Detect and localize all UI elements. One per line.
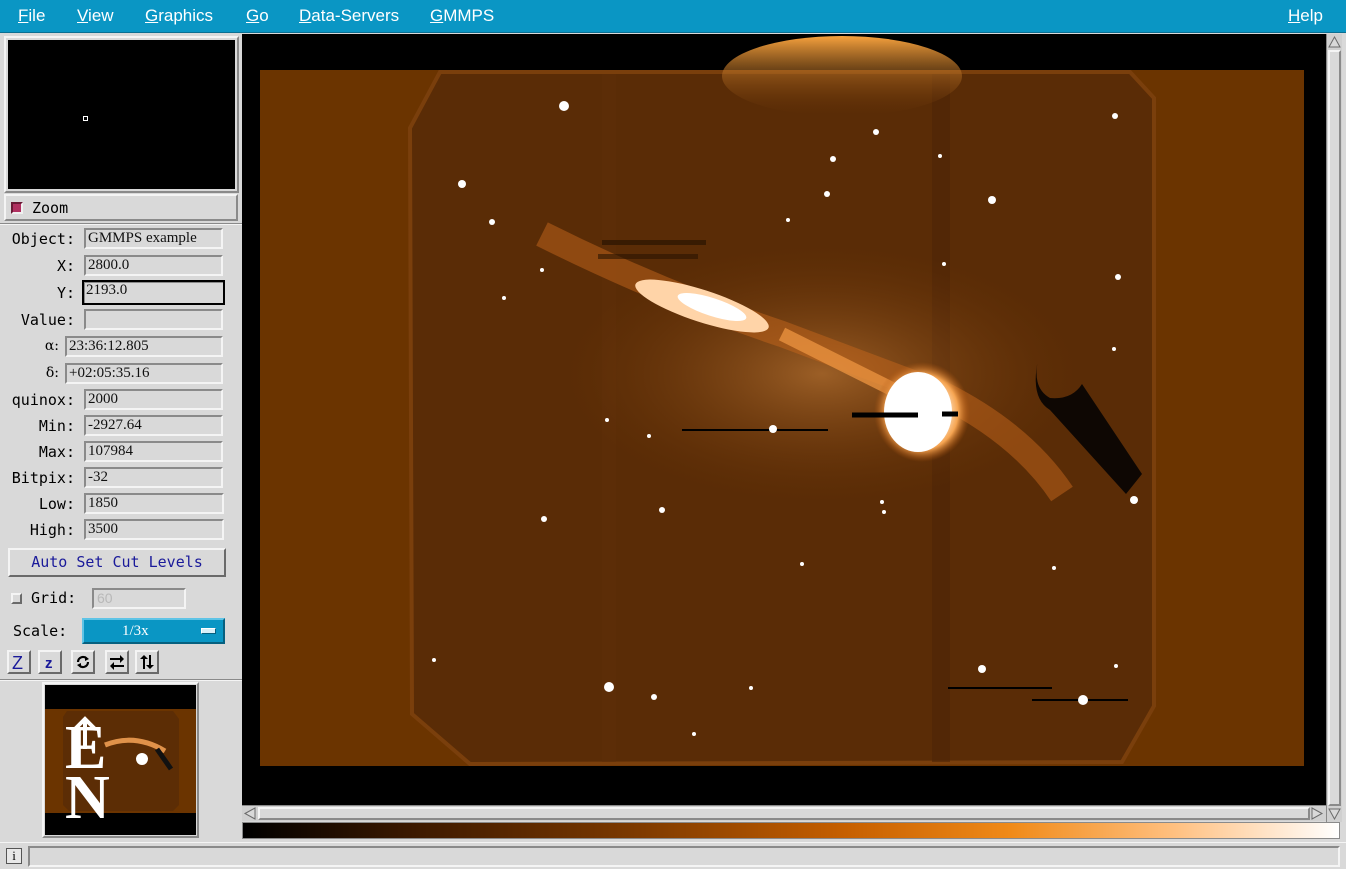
- menu-view[interactable]: View: [77, 6, 114, 26]
- bright-star-halo: [722, 36, 962, 116]
- menu-bar: File View Graphics Go Data-Servers GMMPS…: [0, 0, 1346, 33]
- grid-label: Grid:: [31, 589, 77, 607]
- x-field[interactable]: 2800.0: [84, 255, 223, 276]
- flip-x-icon: [110, 655, 124, 670]
- colormap-bar[interactable]: [242, 822, 1340, 839]
- zoom-in-button[interactable]: Z: [7, 650, 31, 674]
- menu-data-servers-accel: D: [299, 6, 312, 25]
- menu-file-accel: F: [18, 6, 29, 25]
- menu-help-label: elp: [1300, 6, 1323, 25]
- zoom-label: Zoom: [32, 199, 69, 217]
- north-label: N: [65, 764, 110, 832]
- min-field[interactable]: -2927.64: [84, 415, 223, 436]
- menu-indicator-icon: [201, 628, 216, 634]
- rotate-button[interactable]: [71, 650, 95, 674]
- auto-set-cut-levels-button[interactable]: Auto Set Cut Levels: [8, 548, 226, 577]
- object-label: Object:: [11, 230, 75, 248]
- menu-go[interactable]: Go: [246, 6, 269, 26]
- zoom-in-icon: Z: [12, 653, 23, 671]
- scroll-left-arrow-icon[interactable]: [243, 807, 256, 820]
- separator: [0, 679, 242, 681]
- menu-graphics-label: raphics: [158, 6, 214, 25]
- grid-spacing-input[interactable]: 60: [92, 588, 186, 609]
- fits-image[interactable]: [242, 34, 1326, 805]
- rotate-icon: [76, 655, 90, 669]
- flip-y-button[interactable]: [135, 650, 159, 674]
- status-message: [28, 846, 1340, 867]
- compass-window-frame: E N: [42, 682, 199, 838]
- high-label: High:: [29, 521, 75, 539]
- saturated-core: [884, 372, 952, 452]
- alpha-label: α:: [44, 338, 59, 354]
- menu-data-servers-label: ata-Servers: [311, 6, 400, 25]
- value-label: Value:: [20, 311, 75, 329]
- menu-view-accel: V: [77, 6, 89, 25]
- menu-help[interactable]: Help: [1288, 6, 1323, 26]
- grid-checkbox[interactable]: [11, 593, 22, 604]
- equinox-field[interactable]: 2000: [84, 389, 223, 410]
- menu-gmmps-accel: G: [430, 6, 444, 25]
- menu-file-label: ile: [28, 6, 46, 25]
- image-canvas[interactable]: [242, 34, 1326, 805]
- bitpix-label: Bitpix:: [11, 469, 75, 487]
- bad-column: [602, 240, 706, 245]
- menu-graphics[interactable]: Graphics: [145, 6, 213, 26]
- menu-graphics-accel: G: [145, 6, 159, 25]
- zoom-out-button[interactable]: z: [38, 650, 62, 674]
- menu-view-label: iew: [88, 6, 114, 25]
- info-icon[interactable]: i: [6, 848, 22, 864]
- object-field[interactable]: GMMPS example: [84, 228, 223, 249]
- x-label: X:: [56, 257, 75, 275]
- scale-menu-button[interactable]: 1/3x: [82, 618, 225, 644]
- scale-label: Scale:: [13, 622, 68, 640]
- menu-gmmps[interactable]: GMMPS: [430, 6, 494, 26]
- low-label: Low:: [38, 495, 75, 513]
- compass-window[interactable]: E N: [45, 685, 196, 835]
- separator: [0, 223, 242, 225]
- scale-value: 1/3x: [122, 623, 149, 639]
- zoom-checkbox[interactable]: [11, 202, 23, 214]
- high-cut-input[interactable]: 3500: [84, 519, 224, 540]
- zoom-in-glyph: Z: [12, 653, 23, 671]
- zoom-out-glyph: z: [45, 655, 53, 671]
- control-panel: Zoom Object: GMMPS example X: 2800.0 Y: …: [0, 34, 242, 842]
- y-label: Y:: [56, 284, 75, 302]
- vertical-scrollbar[interactable]: [1326, 34, 1342, 822]
- menu-file[interactable]: File: [18, 6, 45, 26]
- ra-field[interactable]: 23:36:12.805: [65, 336, 223, 357]
- pan-window[interactable]: [8, 40, 235, 189]
- pixel-value-field[interactable]: [84, 309, 223, 330]
- dec-field[interactable]: +02:05:35.16: [65, 363, 223, 384]
- menu-gmmps-label: MMPS: [443, 6, 495, 25]
- scroll-right-arrow-icon[interactable]: [1311, 807, 1324, 820]
- pan-window-frame: [4, 36, 239, 193]
- menu-help-accel: H: [1288, 6, 1301, 25]
- pan-position-marker[interactable]: [83, 116, 88, 121]
- bad-column: [598, 254, 698, 259]
- bitpix-field[interactable]: -32: [84, 467, 223, 488]
- zoom-out-icon: z: [45, 655, 53, 671]
- y-field[interactable]: 2193.0: [82, 280, 225, 305]
- delta-label: δ:: [45, 365, 59, 381]
- max-field[interactable]: 107984: [84, 441, 223, 462]
- max-label: Max:: [38, 443, 75, 461]
- horizontal-scroll-thumb[interactable]: [258, 807, 1310, 820]
- vertical-scroll-thumb[interactable]: [1328, 50, 1341, 806]
- horizontal-scrollbar[interactable]: [242, 805, 1326, 821]
- flip-x-button[interactable]: [105, 650, 129, 674]
- scroll-down-arrow-icon[interactable]: [1328, 807, 1341, 820]
- equinox-label: quinox:: [11, 391, 75, 409]
- zoom-toggle-row[interactable]: Zoom: [4, 194, 238, 221]
- status-bar: i: [0, 842, 1346, 869]
- menu-data-servers[interactable]: Data-Servers: [299, 6, 399, 26]
- min-label: Min:: [38, 417, 75, 435]
- scroll-up-arrow-icon[interactable]: [1328, 35, 1341, 48]
- menu-go-label: o: [259, 6, 269, 25]
- low-cut-input[interactable]: 1850: [84, 493, 224, 514]
- compass-thumbnail: E N: [45, 709, 196, 832]
- flip-y-icon: [140, 655, 154, 669]
- menu-go-accel: G: [246, 6, 260, 25]
